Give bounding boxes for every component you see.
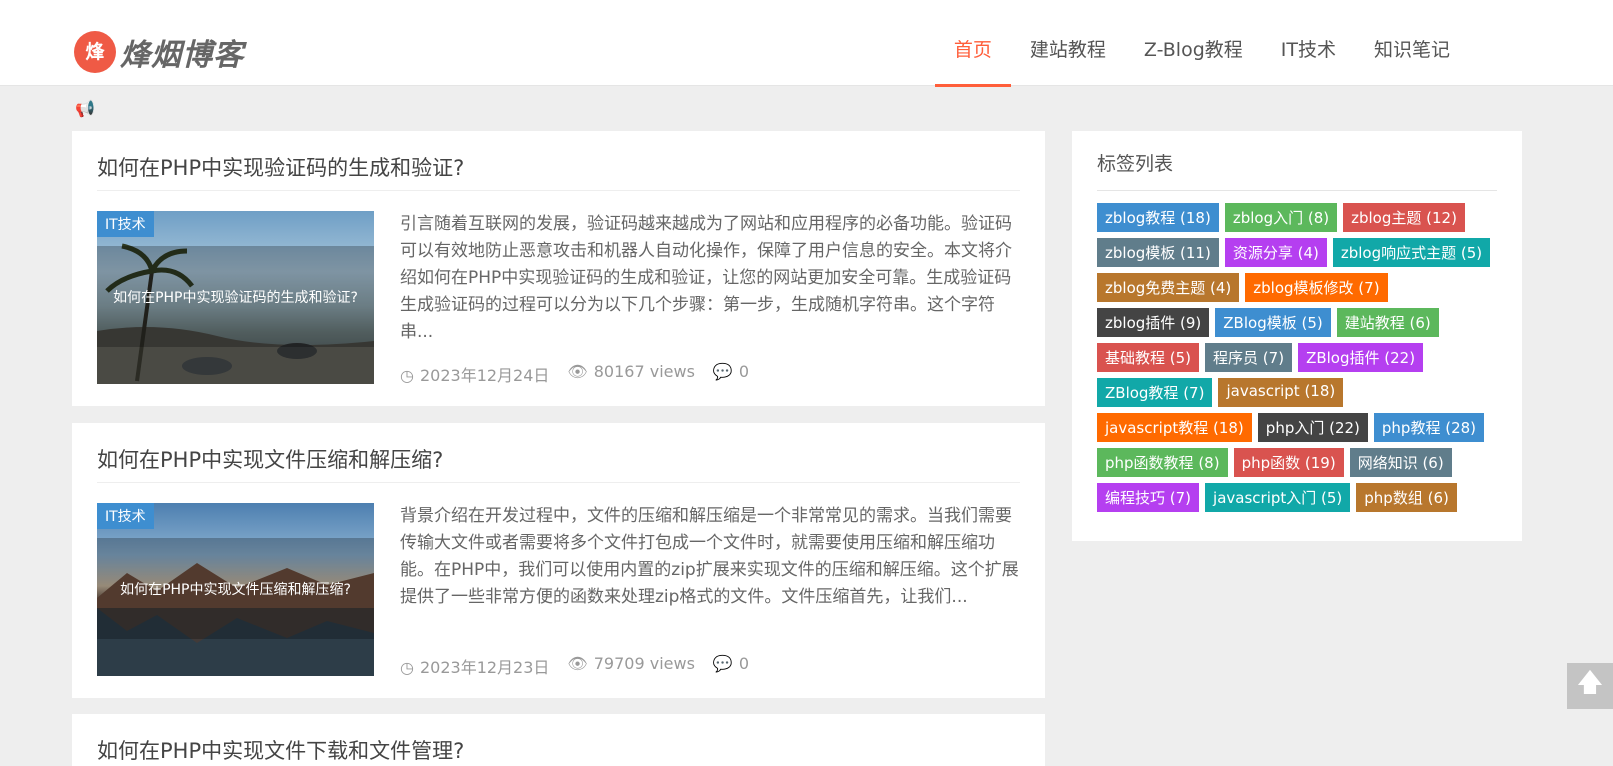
post-views: 👁 79709 views [567, 654, 695, 673]
nav-item-home[interactable]: 首页 [934, 0, 1011, 87]
tag-chip[interactable]: zblog插件 (9) [1097, 308, 1210, 337]
logo-badge-icon: 烽 [74, 31, 116, 73]
post-card: 如何在PHP中实现文件压缩和解压缩? IT技术 如何在PHP中实现文件压缩和解压… [72, 423, 1045, 698]
nav-item-notes[interactable]: 知识笔记 [1355, 0, 1469, 86]
post-title[interactable]: 如何在PHP中实现文件下载和文件管理? [97, 734, 1020, 766]
tag-chip[interactable]: zblog免费主题 (4) [1097, 273, 1240, 302]
post-card: 如何在PHP中实现文件下载和文件管理? [72, 714, 1045, 766]
thumbnail-caption: 如何在PHP中实现文件压缩和解压缩? [97, 538, 374, 639]
post-excerpt: 引言随着互联网的发展，验证码越来越成为了网站和应用程序的必备功能。验证码可以有效… [400, 214, 1012, 342]
tag-chip[interactable]: 资源分享 (4) [1224, 238, 1327, 267]
site-logo[interactable]: 烽 烽烟博客 [74, 30, 244, 74]
arrow-up-icon: 🡅 [1576, 668, 1604, 698]
tag-chip[interactable]: php函数教程 (8) [1097, 448, 1228, 477]
tag-chip[interactable]: ZBlog教程 (7) [1097, 378, 1213, 407]
clock-icon: ◷ [400, 658, 414, 677]
post-body: IT技术 如何在PHP中实现文件压缩和解压缩? 背景介绍在开发过程中，文件的压缩… [97, 483, 1020, 683]
category-badge[interactable]: IT技术 [97, 211, 154, 237]
thumbnail-caption: 如何在PHP中实现验证码的生成和验证? [97, 246, 374, 347]
comment-icon: 💬 [712, 654, 733, 673]
post-thumbnail[interactable]: IT技术 如何在PHP中实现验证码的生成和验证? [97, 211, 374, 384]
post-meta: ◷ 2023年12月24日 👁 80167 views 💬 0 [400, 362, 749, 386]
tag-chip[interactable]: 网络知识 (6) [1349, 448, 1452, 477]
tag-chip[interactable]: 编程技巧 (7) [1097, 483, 1200, 512]
tag-chip[interactable]: 建站教程 (6) [1336, 308, 1439, 337]
tag-chip[interactable]: ZBlog模板 (5) [1215, 308, 1331, 337]
tag-chip[interactable]: ZBlog插件 (22) [1298, 343, 1424, 372]
tag-chip[interactable]: zblog响应式主题 (5) [1332, 238, 1491, 267]
tag-chip[interactable]: zblog主题 (12) [1343, 203, 1465, 232]
tag-cloud: zblog教程 (18) zblog入门 (8) zblog主题 (12) zblog… [1097, 203, 1497, 512]
tag-chip[interactable]: php数组 (6) [1356, 483, 1457, 512]
nav-item-it-tech[interactable]: IT技术 [1262, 0, 1355, 86]
clock-icon: ◷ [400, 366, 414, 385]
tag-chip[interactable]: zblog模板 (11) [1097, 238, 1219, 267]
top-header: 烽 烽烟博客 首页 建站教程 Z-Blog教程 IT技术 知识笔记 [0, 0, 1613, 87]
post-date: ◷ 2023年12月23日 [400, 658, 550, 677]
tag-chip[interactable]: javascript入门 (5) [1205, 483, 1351, 512]
tag-chip[interactable]: zblog入门 (8) [1224, 203, 1338, 232]
main-nav: 首页 建站教程 Z-Blog教程 IT技术 知识笔记 [934, 0, 1469, 87]
tag-chip[interactable]: php入门 (22) [1257, 413, 1368, 442]
post-title[interactable]: 如何在PHP中实现验证码的生成和验证? [97, 151, 1020, 191]
tag-chip[interactable]: php教程 (28) [1373, 413, 1485, 442]
post-views: 👁 80167 views [567, 362, 695, 381]
eye-icon: 👁 [567, 654, 588, 673]
post-comments[interactable]: 💬 0 [713, 362, 749, 386]
post-title[interactable]: 如何在PHP中实现文件压缩和解压缩? [97, 443, 1020, 483]
back-to-top-button[interactable]: 🡅 [1567, 663, 1613, 709]
widget-title: 标签列表 [1097, 149, 1497, 191]
tag-chip[interactable]: zblog教程 (18) [1097, 203, 1219, 232]
tag-chip[interactable]: 基础教程 (5) [1097, 343, 1200, 372]
nav-item-zblog-tutorial[interactable]: Z-Blog教程 [1125, 0, 1262, 86]
post-comments[interactable]: 💬 0 [713, 654, 749, 678]
post-thumbnail[interactable]: IT技术 如何在PHP中实现文件压缩和解压缩? [97, 503, 374, 676]
category-badge[interactable]: IT技术 [97, 503, 154, 529]
tag-chip[interactable]: zblog模板修改 (7) [1245, 273, 1388, 302]
logo-text: 烽烟博客 [120, 38, 244, 73]
tag-chip[interactable]: 程序员 (7) [1205, 343, 1293, 372]
nav-item-site-tutorial[interactable]: 建站教程 [1011, 0, 1125, 86]
tag-chip[interactable]: javascript (18) [1218, 378, 1344, 407]
post-date: ◷ 2023年12月24日 [400, 366, 550, 385]
tag-chip[interactable]: javascript教程 (18) [1097, 413, 1252, 442]
megaphone-icon: 📢 [75, 99, 95, 118]
comment-icon: 💬 [712, 362, 733, 381]
post-meta: ◷ 2023年12月23日 👁 79709 views 💬 0 [400, 654, 749, 678]
post-excerpt: 背景介绍在开发过程中，文件的压缩和解压缩是一个非常常见的需求。当我们需要传输大文… [400, 506, 1019, 607]
post-body: IT技术 如何在PHP中实现验证码的生成和验证? 引言随着互联网的发展，验证码越… [97, 191, 1020, 391]
tag-chip[interactable]: php函数 (19) [1233, 448, 1344, 477]
post-card: 如何在PHP中实现验证码的生成和验证? IT技术 如何在PHP中实现验证码的生成… [72, 131, 1045, 406]
tag-list-widget: 标签列表 zblog教程 (18) zblog入门 (8) zblog主题 (12)… [1072, 131, 1522, 541]
eye-icon: 👁 [567, 362, 588, 381]
